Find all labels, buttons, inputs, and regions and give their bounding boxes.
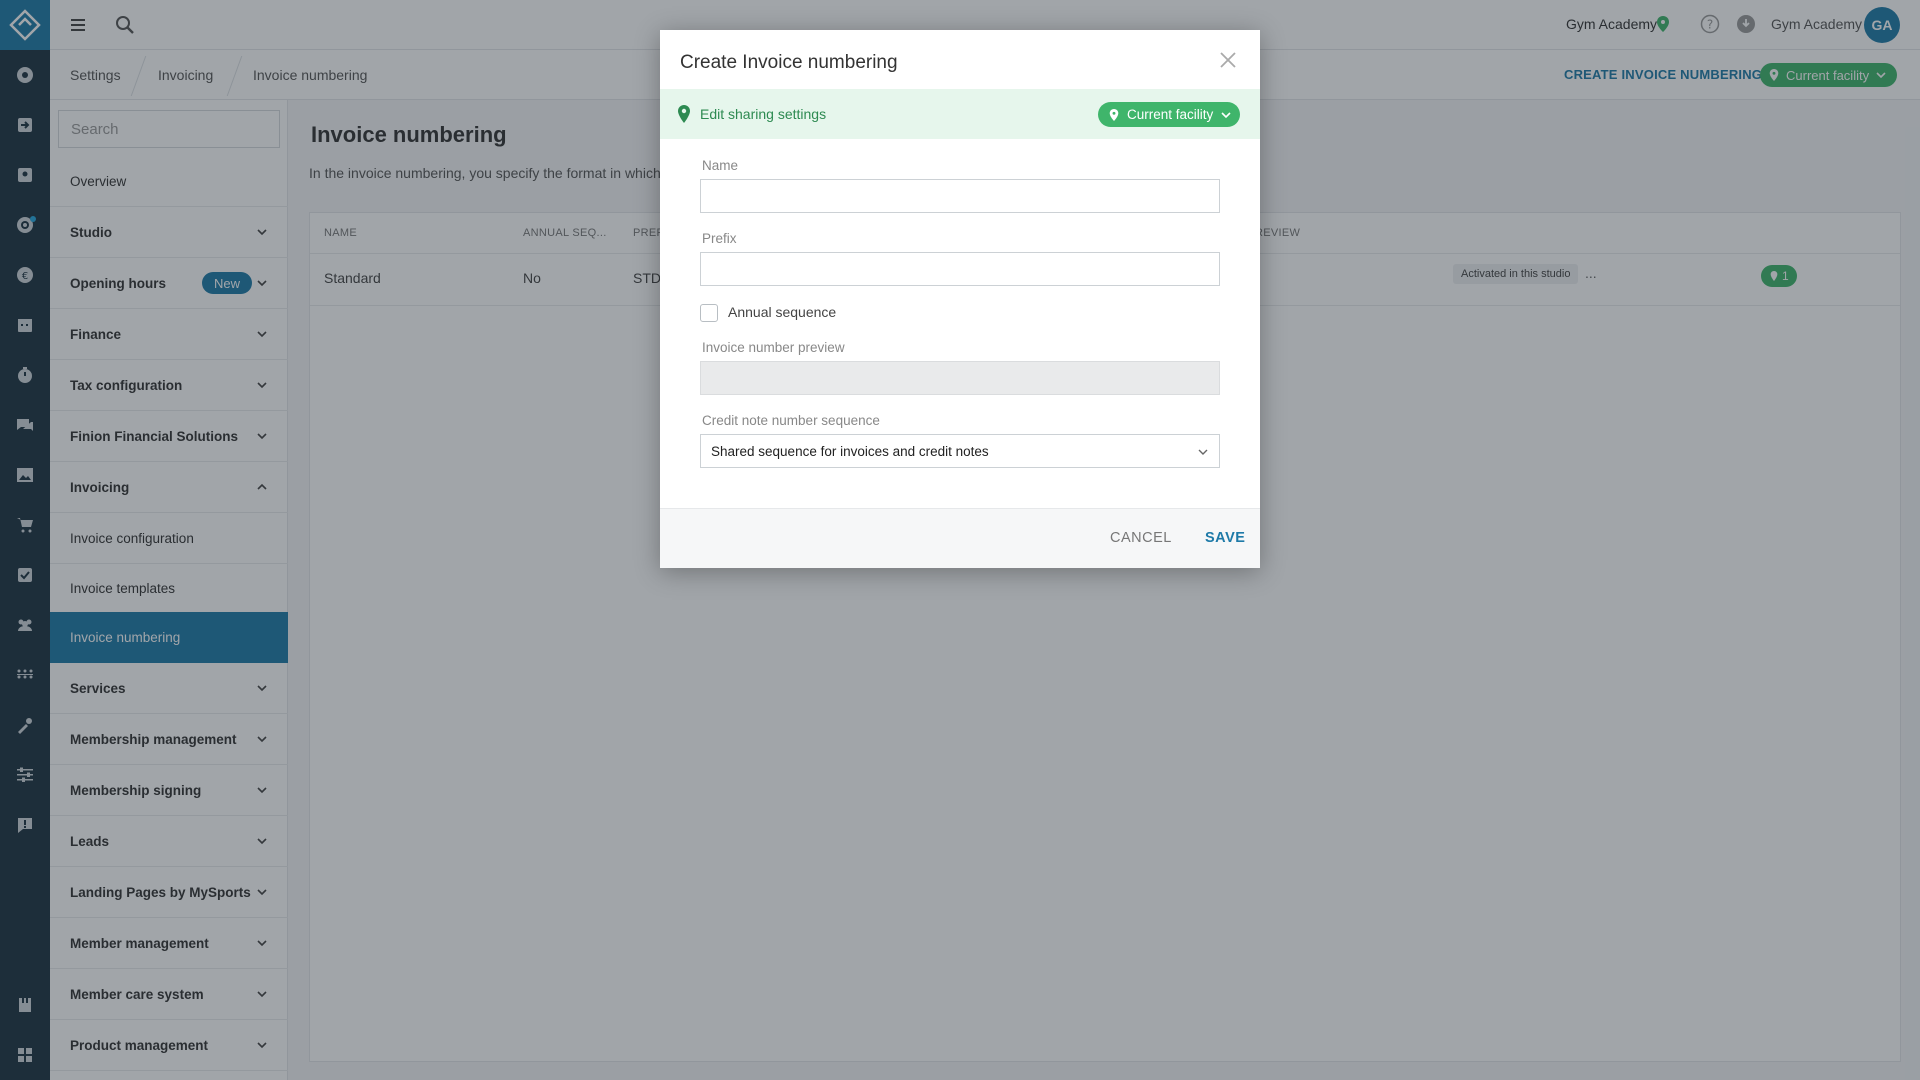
sharing-settings-bar: Edit sharing settings Current facility [660,89,1260,139]
credit-note-sequence-label: Credit note number sequence [702,413,880,428]
annual-sequence-label[interactable]: Annual sequence [728,304,836,320]
chevron-down-icon [1221,111,1231,118]
location-pin-icon [1109,108,1119,121]
name-label: Name [702,158,739,173]
prefix-field[interactable] [700,252,1220,286]
edit-sharing-settings-link[interactable]: Edit sharing settings [700,106,826,122]
invoice-number-preview-field [700,361,1220,395]
invoice-number-preview-label: Invoice number preview [702,340,845,355]
create-invoice-numbering-dialog: Create Invoice numbering Edit sharing se… [660,30,1260,568]
sharing-facility-label: Current facility [1127,107,1214,122]
credit-note-sequence-value: Shared sequence for invoices and credit … [711,443,989,459]
chevron-down-icon [1198,449,1208,455]
sharing-facility-selector[interactable]: Current facility [1098,102,1241,127]
annual-sequence-checkbox[interactable] [700,304,718,322]
save-button[interactable]: SAVE [1205,530,1245,546]
name-field[interactable] [700,179,1220,213]
close-icon[interactable] [1218,50,1238,70]
dialog-footer: CANCEL SAVE [660,508,1260,568]
location-pin-icon [678,105,690,123]
cancel-button[interactable]: CANCEL [1110,530,1172,546]
dialog-title: Create Invoice numbering [680,52,898,73]
prefix-label: Prefix [702,231,737,246]
credit-note-sequence-select[interactable]: Shared sequence for invoices and credit … [700,434,1220,468]
